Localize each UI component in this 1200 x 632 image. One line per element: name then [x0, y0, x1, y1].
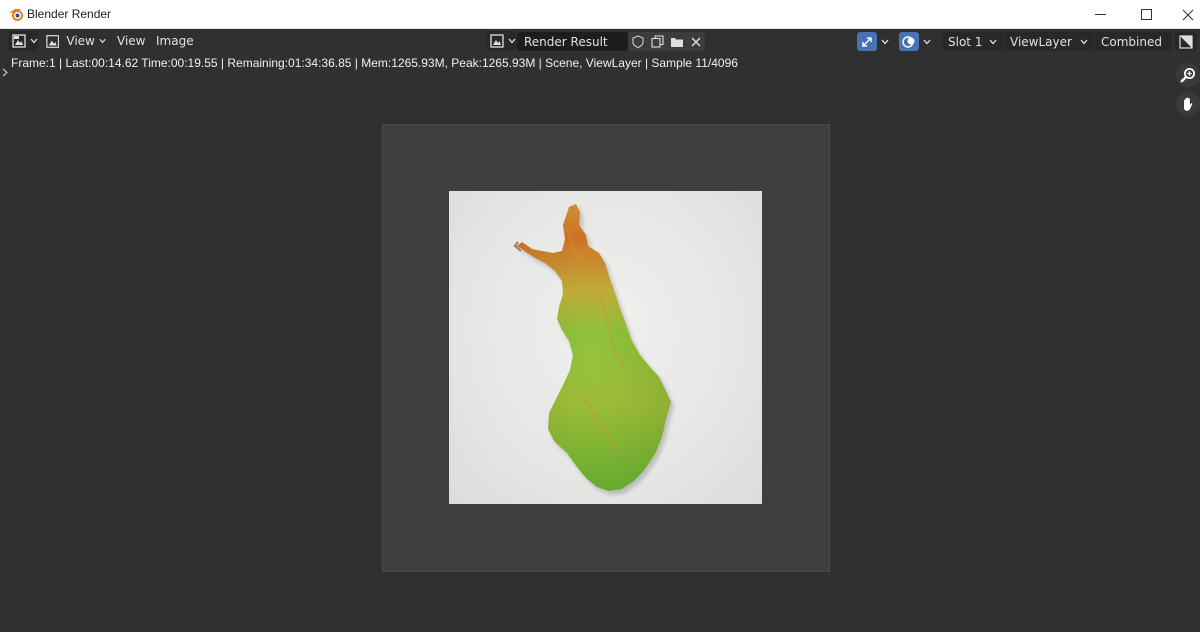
- overlay-icon: [902, 35, 915, 48]
- hand-pan-icon: [1184, 97, 1193, 111]
- chevron-down-icon: [508, 38, 516, 44]
- window-title: Blender Render: [27, 7, 112, 21]
- expand-sidebar-chevron-icon[interactable]: [2, 68, 8, 77]
- image-browse-icon: [490, 34, 504, 48]
- slot-dropdown[interactable]: Slot 1: [942, 32, 1003, 51]
- pan-button[interactable]: [1176, 92, 1200, 116]
- gizmo-toggle[interactable]: [857, 32, 877, 51]
- menu-image[interactable]: Image: [156, 34, 194, 48]
- overlay-dropdown-chevron-icon[interactable]: [923, 39, 931, 45]
- fake-user-button[interactable]: [628, 32, 648, 51]
- terrain-map-render: [513, 204, 674, 495]
- duplicate-button[interactable]: [648, 32, 667, 51]
- window-titlebar: Blender Render: [0, 0, 1200, 29]
- chevron-down-icon: [989, 39, 997, 44]
- chevron-down-icon: [99, 38, 106, 44]
- open-image-button[interactable]: [667, 32, 686, 51]
- render-pass-value: Combined: [1101, 34, 1162, 49]
- open-folder-icon: [670, 37, 683, 47]
- unlink-icon: [691, 37, 700, 46]
- maximize-button[interactable]: [1123, 0, 1169, 29]
- zoom-icon: [1180, 68, 1195, 83]
- image-editor-icon: [12, 34, 26, 48]
- slot-value: Slot 1: [948, 34, 983, 49]
- mode-label: View: [66, 34, 95, 48]
- zoom-button[interactable]: [1176, 63, 1200, 87]
- close-button[interactable]: [1165, 0, 1200, 29]
- blender-logo-icon: [9, 9, 23, 21]
- duplicate-icon: [651, 35, 664, 48]
- gizmo-dropdown-chevron-icon[interactable]: [881, 39, 889, 45]
- unlink-image-button[interactable]: [686, 32, 705, 51]
- minimize-button[interactable]: [1077, 0, 1123, 29]
- display-channels-icon: [1179, 34, 1193, 49]
- gizmo-icon: [862, 36, 872, 47]
- chevron-down-icon: [1080, 39, 1088, 44]
- close-icon: [1182, 9, 1194, 20]
- editor-type-button[interactable]: [8, 31, 38, 51]
- view-layer-value: ViewLayer: [1010, 34, 1072, 49]
- minimize-icon: [1094, 14, 1106, 15]
- mode-selector[interactable]: View: [44, 31, 106, 51]
- maximize-icon: [1140, 9, 1152, 20]
- display-channels-button[interactable]: [1175, 32, 1197, 51]
- render-status-text: Frame:1 | Last:00:14.62 Time:00:19.55 | …: [11, 56, 738, 70]
- image-browse-button[interactable]: [486, 31, 516, 51]
- fake-user-icon: [632, 35, 644, 48]
- image-mode-icon: [46, 34, 60, 48]
- image-name-field[interactable]: Render Result: [517, 32, 628, 51]
- view-layer-dropdown[interactable]: ViewLayer: [1004, 32, 1094, 51]
- image-name: Render Result: [524, 34, 608, 49]
- image-editor-header: View View Image Render Result Slot 1 Vie…: [0, 29, 1200, 53]
- render-result-image[interactable]: [449, 191, 762, 504]
- overlay-toggle[interactable]: [899, 32, 919, 51]
- menu-view[interactable]: View: [117, 34, 145, 48]
- chevron-down-icon: [30, 38, 38, 44]
- render-pass-dropdown[interactable]: Combined: [1095, 32, 1172, 51]
